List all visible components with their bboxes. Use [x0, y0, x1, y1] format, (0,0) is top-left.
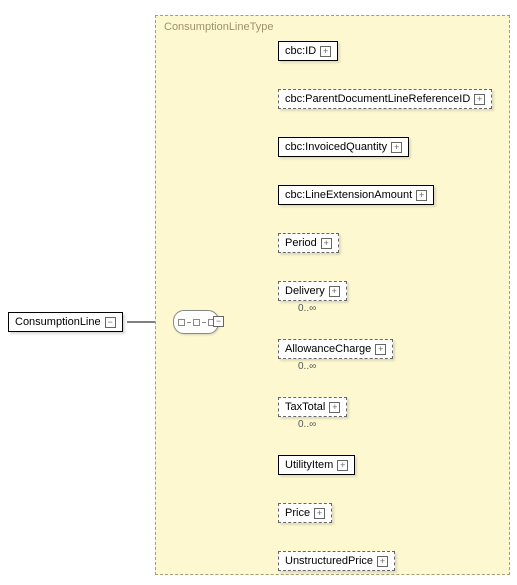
child-element-label: Period [285, 237, 317, 249]
child-element-label: cbc:ID [285, 45, 316, 57]
expand-icon[interactable]: + [377, 556, 388, 567]
root-element[interactable]: ConsumptionLine − [8, 312, 123, 332]
collapse-icon[interactable]: − [213, 316, 224, 327]
expand-icon[interactable]: + [329, 402, 340, 413]
child-element[interactable]: cbc:ParentDocumentLineReferenceID + [278, 89, 492, 109]
child-element[interactable]: cbc:LineExtensionAmount + [278, 185, 434, 205]
child-element-label: Price [285, 507, 310, 519]
sequence-icon [178, 319, 215, 326]
collapse-icon[interactable]: − [105, 317, 116, 328]
child-element[interactable]: Period + [278, 233, 339, 253]
child-element-label: cbc:LineExtensionAmount [285, 189, 412, 201]
child-element-label: cbc:ParentDocumentLineReferenceID [285, 93, 470, 105]
child-element[interactable]: TaxTotal + [278, 397, 347, 417]
expand-icon[interactable]: + [321, 238, 332, 249]
occurrence-label: 0..∞ [298, 361, 316, 372]
child-element[interactable]: Price + [278, 503, 332, 523]
child-element[interactable]: UnstructuredPrice + [278, 551, 395, 571]
expand-icon[interactable]: + [474, 94, 485, 105]
expand-icon[interactable]: + [391, 142, 402, 153]
expand-icon[interactable]: + [329, 286, 340, 297]
expand-icon[interactable]: + [416, 190, 427, 201]
child-element-label: TaxTotal [285, 401, 325, 413]
child-element-label: UnstructuredPrice [285, 555, 373, 567]
sequence-compositor[interactable]: − [173, 310, 219, 334]
child-element[interactable]: cbc:InvoicedQuantity + [278, 137, 409, 157]
child-element-label: cbc:InvoicedQuantity [285, 141, 387, 153]
occurrence-label: 0..∞ [298, 303, 316, 314]
child-element-label: AllowanceCharge [285, 343, 371, 355]
expand-icon[interactable]: + [337, 460, 348, 471]
root-element-label: ConsumptionLine [15, 316, 101, 328]
child-element[interactable]: AllowanceCharge + [278, 339, 393, 359]
child-element[interactable]: cbc:ID + [278, 41, 338, 61]
expand-icon[interactable]: + [320, 46, 331, 57]
child-element[interactable]: UtilityItem + [278, 455, 355, 475]
child-element-label: Delivery [285, 285, 325, 297]
occurrence-label: 0..∞ [298, 419, 316, 430]
expand-icon[interactable]: + [375, 344, 386, 355]
type-name-label: ConsumptionLineType [164, 21, 273, 33]
expand-icon[interactable]: + [314, 508, 325, 519]
child-element[interactable]: Delivery + [278, 281, 347, 301]
child-element-label: UtilityItem [285, 459, 333, 471]
